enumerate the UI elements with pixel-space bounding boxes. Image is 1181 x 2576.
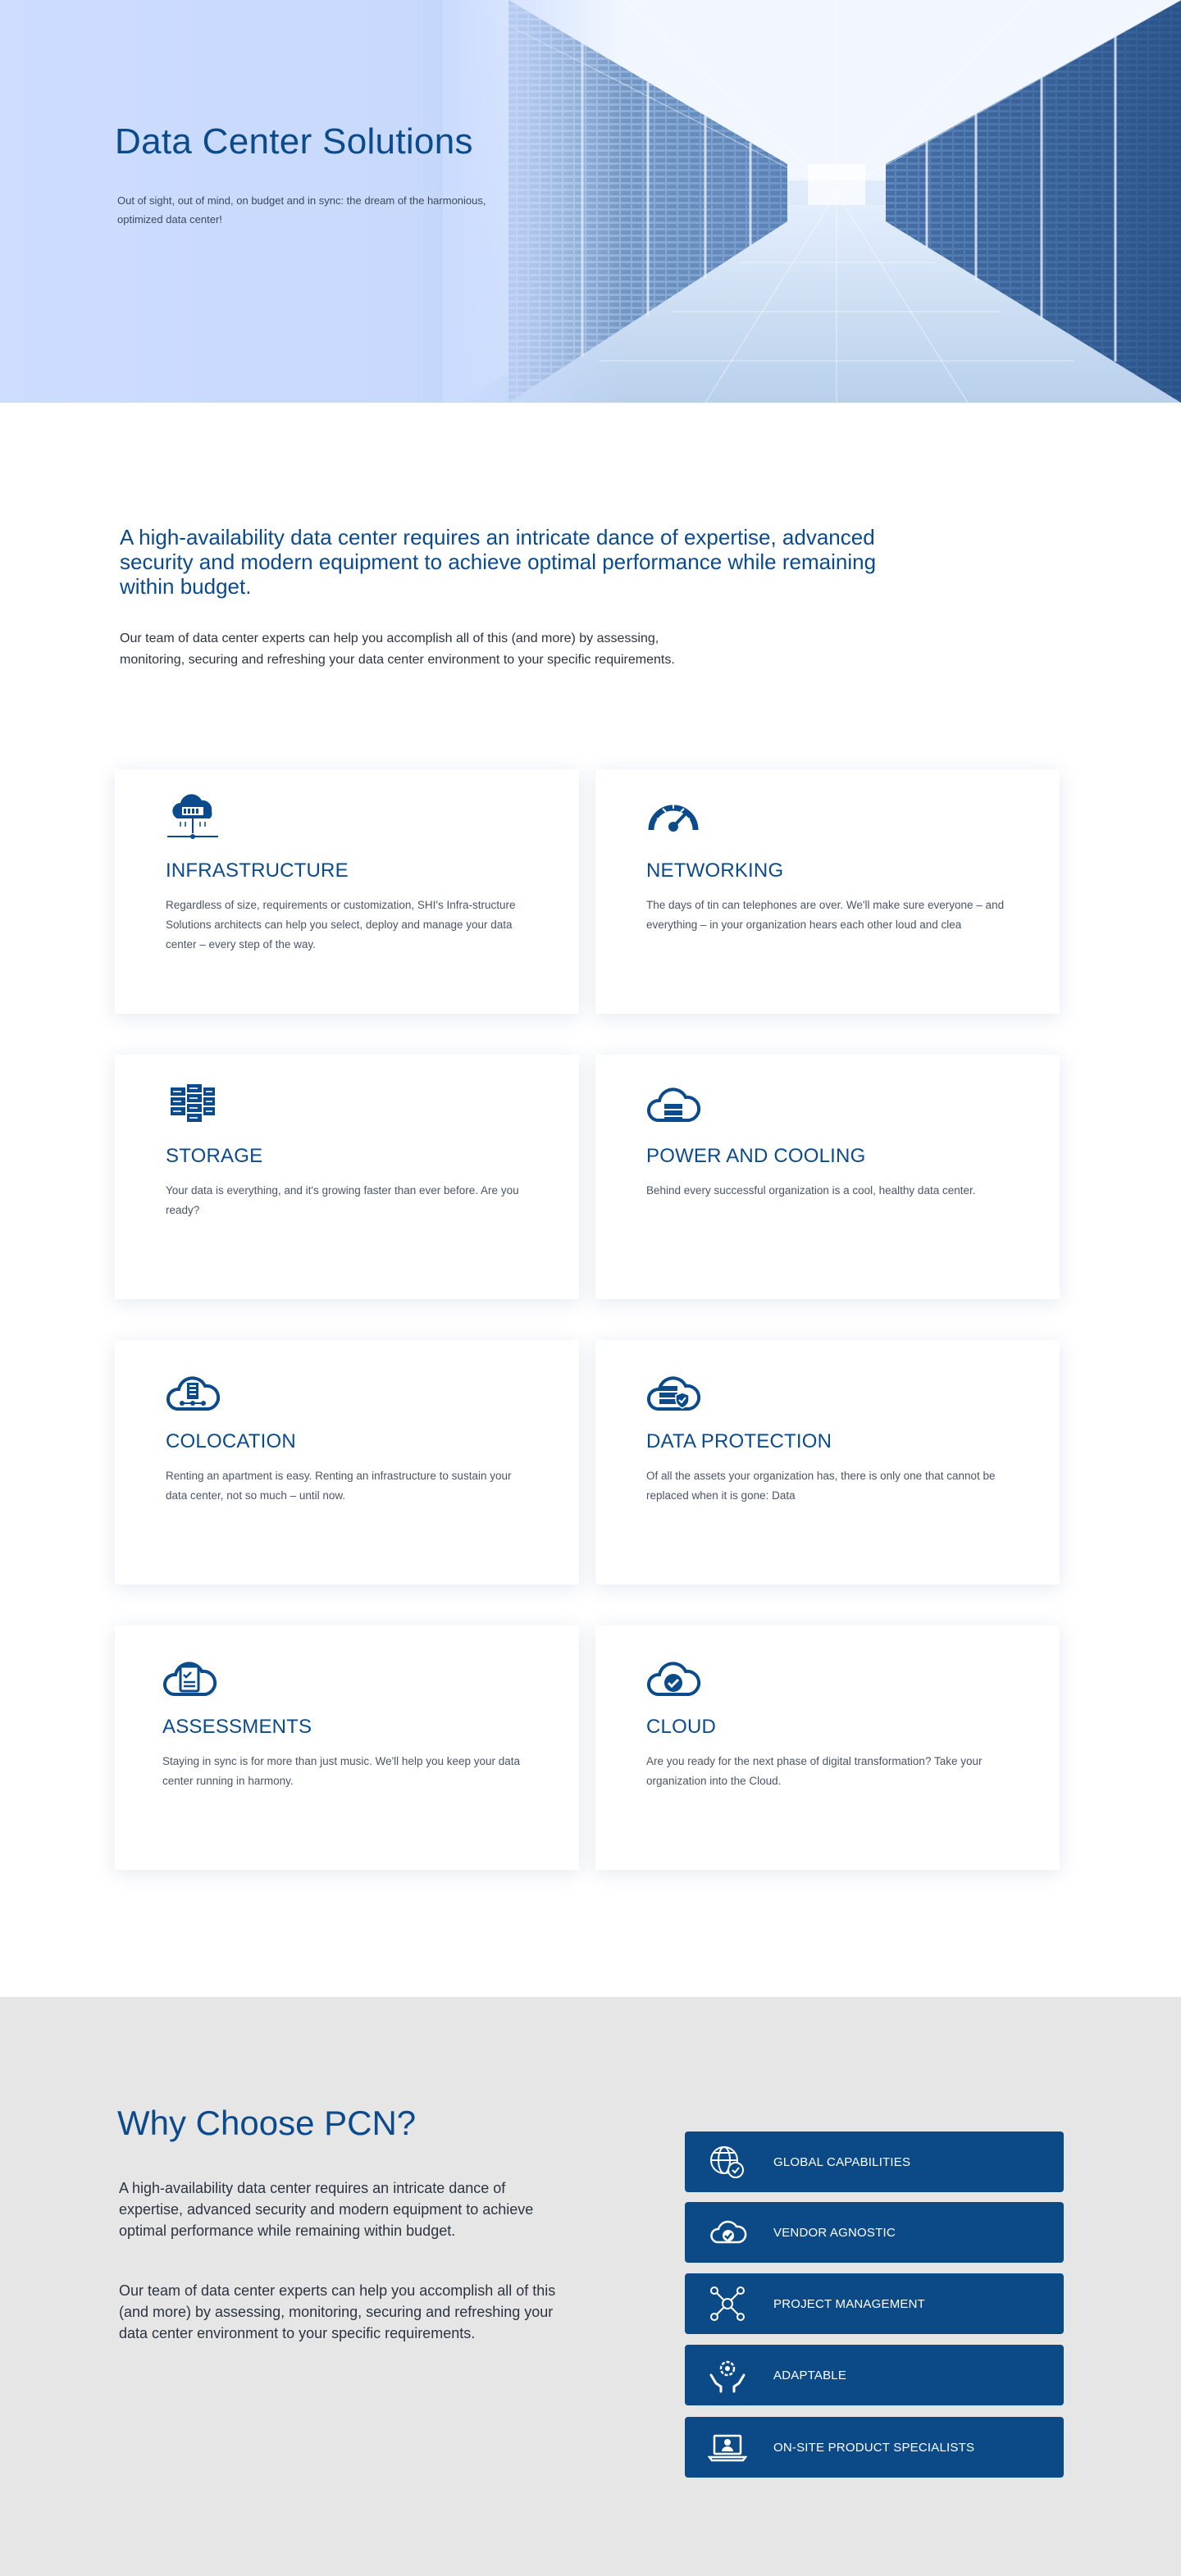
service-card-networking[interactable]: NETWORKING The days of tin can telephone… bbox=[595, 769, 1060, 1014]
vendor-agnostic-button[interactable]: VENDOR AGNOSTIC bbox=[685, 2202, 1064, 2263]
why-choose-section: Why Choose PCN? A high-availability data… bbox=[0, 1997, 1181, 2576]
page: Data Center Solutions Out of sight, out … bbox=[0, 0, 1181, 2576]
card-description: Regardless of size, requirements or cust… bbox=[166, 899, 516, 951]
adaptable-button[interactable]: ADAPTABLE bbox=[685, 2345, 1064, 2405]
page-title: Data Center Solutions bbox=[115, 121, 473, 162]
hero-banner: Data Center Solutions Out of sight, out … bbox=[0, 0, 1181, 403]
card-title: STORAGE bbox=[166, 1145, 263, 1167]
service-card-storage[interactable]: STORAGE Your data is everything, and it'… bbox=[115, 1055, 579, 1299]
hands-gear-icon bbox=[709, 2360, 746, 2393]
cloud-checklist-icon bbox=[163, 1662, 217, 1696]
service-card-cloud[interactable]: CLOUD Are you ready for the next phase o… bbox=[595, 1625, 1060, 1870]
hero-subtitle: Out of sight, out of mind, on budget and… bbox=[117, 194, 486, 226]
card-description: Staying in sync is for more than just mu… bbox=[162, 1755, 521, 1787]
cloud-server-icon bbox=[167, 794, 218, 839]
card-title: POWER AND COOLING bbox=[646, 1145, 866, 1167]
server-rack-icon bbox=[171, 1084, 215, 1122]
global-capabilities-button[interactable]: GLOBAL CAPABILITIES bbox=[685, 2131, 1064, 2192]
card-description: The days of tin can telephones are over.… bbox=[646, 899, 1005, 931]
card-title: INFRASTRUCTURE bbox=[166, 859, 349, 882]
cloud-check-icon bbox=[710, 2220, 747, 2244]
service-card-data-protection[interactable]: DATA PROTECTION Of all the assets your o… bbox=[595, 1340, 1060, 1584]
why-title: Why Choose PCN? bbox=[117, 2104, 417, 2142]
speedometer-icon bbox=[648, 804, 699, 832]
network-people-icon bbox=[710, 2286, 745, 2321]
intro-body: Our team of data center experts can help… bbox=[120, 631, 675, 667]
card-title: COLOCATION bbox=[166, 1430, 296, 1452]
card-description: Behind every successful organization is … bbox=[646, 1184, 976, 1197]
button-label: VENDOR AGNOSTIC bbox=[773, 2225, 896, 2240]
cloud-check-icon bbox=[647, 1662, 701, 1696]
card-description: Renting an apartment is easy. Renting an… bbox=[166, 1470, 512, 1502]
why-paragraph-1: A high-availability data center requires… bbox=[119, 2180, 534, 2239]
project-management-button[interactable]: PROJECT MANAGEMENT bbox=[685, 2273, 1064, 2334]
card-title: DATA PROTECTION bbox=[646, 1430, 832, 1452]
intro-section: A high-availability data center requires… bbox=[120, 525, 923, 671]
card-description: Your data is everything, and it's growin… bbox=[166, 1184, 519, 1216]
laptop-person-icon bbox=[708, 2434, 747, 2462]
on-site-product-specialists-button[interactable]: ON-SITE PRODUCT SPECIALISTS bbox=[685, 2417, 1064, 2478]
button-label: GLOBAL CAPABILITIES bbox=[773, 2154, 911, 2169]
card-title: NETWORKING bbox=[646, 859, 784, 882]
card-description: Are you ready for the next phase of digi… bbox=[646, 1755, 983, 1787]
service-card-power-and-cooling[interactable]: POWER AND COOLING Behind every successfu… bbox=[595, 1055, 1060, 1299]
intro-lead: A high-availability data center requires… bbox=[120, 525, 877, 599]
card-title: ASSESSMENTS bbox=[162, 1716, 312, 1738]
cloud-network-icon bbox=[166, 1376, 221, 1411]
why-paragraph-2: Our team of data center experts can help… bbox=[119, 2282, 556, 2341]
globe-check-icon bbox=[710, 2146, 744, 2178]
cloud-shield-icon bbox=[647, 1376, 701, 1411]
service-card-assessments[interactable]: ASSESSMENTS Staying in sync is for more … bbox=[115, 1625, 579, 1870]
card-description: Of all the assets your organization has,… bbox=[646, 1470, 996, 1502]
cloud-storage-icon bbox=[647, 1087, 701, 1122]
card-title: CLOUD bbox=[646, 1716, 717, 1738]
service-card-colocation[interactable]: COLOCATION Renting an apartment is easy.… bbox=[115, 1340, 579, 1584]
button-label: ADAPTABLE bbox=[773, 2368, 847, 2382]
button-label: PROJECT MANAGEMENT bbox=[773, 2296, 926, 2311]
service-card-infrastructure[interactable]: INFRASTRUCTURE Regardless of size, requi… bbox=[115, 769, 579, 1014]
button-label: ON-SITE PRODUCT SPECIALISTS bbox=[773, 2440, 975, 2455]
